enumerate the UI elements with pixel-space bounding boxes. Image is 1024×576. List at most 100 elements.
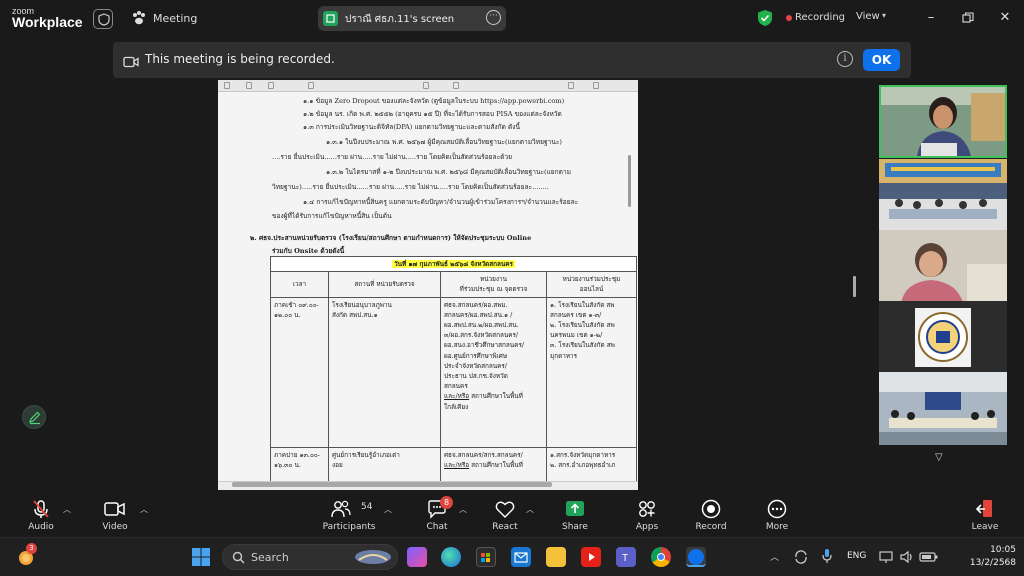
participant-video-meeting-room[interactable] bbox=[879, 159, 1007, 232]
doc-line: ๑.๓.๑ ในปีงบประมาณ พ.ศ. ๒๕๖๗ ผู้มีคุณสมบ… bbox=[326, 138, 562, 146]
recording-dot-icon bbox=[786, 15, 792, 21]
share-more-options-icon[interactable]: ··· bbox=[486, 10, 501, 25]
zoom-title-bar: zoom Workplace Meeting ปราณี ศธภ.11's sc… bbox=[0, 0, 1024, 38]
volume-icon[interactable] bbox=[899, 549, 915, 568]
recording-label[interactable]: Recording bbox=[795, 12, 845, 23]
participants-options-chevron-icon[interactable]: ︿ bbox=[384, 504, 392, 515]
react-options-chevron-icon[interactable]: ︿ bbox=[526, 504, 534, 515]
info-icon[interactable]: i bbox=[837, 51, 853, 67]
recording-notice-text: This meeting is being recorded. bbox=[145, 52, 335, 66]
record-button[interactable]: Record bbox=[680, 492, 742, 536]
leave-button[interactable]: Leave bbox=[954, 492, 1016, 536]
shared-screen-document: ๑.๑ ข้อมูล Zero Dropout ของแต่ละจังหวัด … bbox=[218, 80, 638, 490]
and-or-underlined: และ/หรือ bbox=[444, 460, 470, 469]
taskbar-date[interactable]: 13/2/2568 bbox=[958, 558, 1016, 568]
screen-share-indicator[interactable]: ปราณี ศธภ.11's screen ··· bbox=[318, 6, 506, 31]
doc-line: ๑.๑ ข้อมูล Zero Dropout ของแต่ละจังหวัด … bbox=[303, 97, 565, 105]
doc-line: วิทยฐานะ).....ราย ยื่นประเมิน......ราย ผ… bbox=[272, 183, 549, 191]
toolbar-tool-icon bbox=[593, 82, 599, 89]
doc-line: ๑.๓ การประเมินวิทยฐานะดิจิทัล(DPA) แยกตา… bbox=[303, 123, 520, 131]
doc-section-heading: ร่วมกับ Onsite ด้วยดังนี้ bbox=[272, 247, 345, 255]
share-label: Share bbox=[562, 522, 588, 532]
participant-video-conference-room[interactable] bbox=[879, 372, 1007, 445]
search-icon bbox=[232, 551, 245, 564]
outlook-mail-icon[interactable] bbox=[511, 547, 531, 567]
video-label: Video bbox=[102, 522, 128, 532]
video-button[interactable]: Video bbox=[84, 492, 146, 536]
zoom-app-icon[interactable] bbox=[686, 547, 706, 567]
header-place: สถานที่ หน่วยรับตรวจ bbox=[328, 271, 441, 298]
taskbar-search-box[interactable]: Search bbox=[222, 544, 398, 570]
video-options-chevron-icon[interactable]: ︿ bbox=[140, 504, 148, 515]
cell-place: โรงเรียนอนุบาลภูพาน สังกัด สพป.สน.๑ bbox=[328, 296, 441, 448]
meeting-paw-icon[interactable] bbox=[131, 10, 147, 30]
meeting-label[interactable]: Meeting bbox=[153, 12, 197, 25]
document-vertical-scrollbar[interactable] bbox=[628, 155, 631, 207]
view-button[interactable]: View bbox=[856, 11, 880, 22]
close-window-icon[interactable]: ✕ bbox=[994, 8, 1016, 28]
input-language-indicator[interactable]: ENG bbox=[847, 551, 866, 561]
windows-start-icon[interactable] bbox=[192, 548, 210, 570]
cell-attend: ศธจ.สกลนคร/ผอ.สพม. สกลนคร/ผอ.สพป.สน.๑ / … bbox=[440, 296, 547, 448]
participants-button[interactable]: 54 Participants bbox=[318, 492, 380, 536]
record-icon bbox=[701, 499, 721, 519]
teams-app-icon[interactable]: T bbox=[616, 547, 636, 567]
audio-options-chevron-icon[interactable]: ︿ bbox=[63, 504, 71, 515]
ok-button[interactable]: OK bbox=[863, 49, 900, 71]
participants-icon bbox=[331, 500, 351, 518]
system-tray-chevron-icon[interactable]: ︿ bbox=[770, 550, 779, 563]
display-icon[interactable] bbox=[879, 549, 893, 568]
more-label: More bbox=[765, 522, 789, 532]
cell-attend-text: ศธจ.สกลนคร/ผอ.สพม. สกลนคร/ผอ.สพป.สน.๑ / … bbox=[444, 300, 525, 391]
minimize-window-icon[interactable]: – bbox=[920, 8, 942, 28]
apps-label: Apps bbox=[635, 522, 659, 532]
leave-door-icon bbox=[975, 500, 992, 517]
cell-attend-tail-text: สถานศึกษาในพื้นที่ bbox=[469, 460, 523, 469]
weather-widget-icon[interactable]: 3 bbox=[16, 543, 37, 567]
participant-count: 54 bbox=[361, 502, 373, 512]
tray-microphone-icon[interactable] bbox=[821, 548, 833, 568]
audio-label: Audio bbox=[28, 522, 54, 532]
cell-online: ๑. โรงเรียนในสังกัด สพ สกลนคร เขต ๑-๓/ ๒… bbox=[545, 296, 638, 448]
toolbar-tool-icon bbox=[268, 82, 274, 89]
doc-line: ของผู้ที่ได้รับการแก้ไขปัญหาหนี้สิน เป็น… bbox=[272, 212, 392, 220]
more-button[interactable]: More bbox=[746, 492, 808, 536]
camera-record-icon bbox=[123, 53, 139, 72]
apps-button[interactable]: Apps bbox=[616, 492, 678, 536]
toolbar-tool-icon bbox=[308, 82, 314, 89]
record-label: Record bbox=[695, 522, 727, 532]
sync-status-icon[interactable] bbox=[794, 549, 808, 568]
copilot-app-icon[interactable] bbox=[407, 547, 427, 567]
view-chevron-icon[interactable]: ▾ bbox=[882, 11, 886, 20]
restore-window-icon[interactable] bbox=[957, 8, 979, 28]
cell-attend-tail: และ/หรือ สถานศึกษาในพื้นที่ bbox=[444, 391, 543, 401]
security-shield-icon[interactable] bbox=[93, 9, 113, 29]
youtube-app-icon[interactable] bbox=[581, 547, 601, 567]
chevron-down-icon[interactable]: ▽ bbox=[935, 452, 943, 463]
zoom-logo-workplace: Workplace bbox=[12, 14, 83, 30]
participant-logo-seal[interactable] bbox=[879, 301, 1007, 374]
toolbar-tool-icon bbox=[453, 82, 459, 89]
edge-browser-icon[interactable] bbox=[441, 547, 461, 567]
file-explorer-icon[interactable] bbox=[546, 547, 566, 567]
document-horizontal-scroll-thumb[interactable] bbox=[232, 482, 552, 487]
taskbar-clock[interactable]: 10:05 bbox=[966, 545, 1016, 555]
header-attend: หน่วยงาน ที่ร่วมประชุม ณ จุดตรวจ bbox=[440, 271, 547, 298]
doc-section-heading: ๒. ศธจ.ประสานหน่วยรับตรวจ (โรงเรียน/สถาน… bbox=[250, 234, 532, 242]
participant-video-speaker[interactable] bbox=[879, 85, 1007, 158]
panel-resize-handle[interactable] bbox=[853, 276, 856, 297]
battery-icon[interactable] bbox=[919, 549, 939, 568]
encryption-shield-icon[interactable] bbox=[757, 9, 773, 31]
react-label: React bbox=[492, 522, 518, 532]
zoom-app-circle-icon bbox=[688, 549, 704, 565]
doc-line: ....ราย ยื่นประเมิน......ราย ผ่าน.....รา… bbox=[272, 153, 512, 161]
microsoft-store-icon[interactable] bbox=[476, 547, 496, 567]
chat-options-chevron-icon[interactable]: ︿ bbox=[459, 504, 467, 515]
participant-video-presenter[interactable] bbox=[879, 230, 1007, 303]
participants-label: Participants bbox=[322, 522, 376, 532]
share-presenter-name: ปราณี ศธภ.11's screen bbox=[345, 14, 455, 25]
annotate-button[interactable] bbox=[22, 405, 46, 429]
more-dots-icon bbox=[767, 499, 787, 519]
chrome-browser-icon[interactable] bbox=[651, 547, 671, 567]
share-button[interactable]: Share bbox=[544, 492, 606, 536]
